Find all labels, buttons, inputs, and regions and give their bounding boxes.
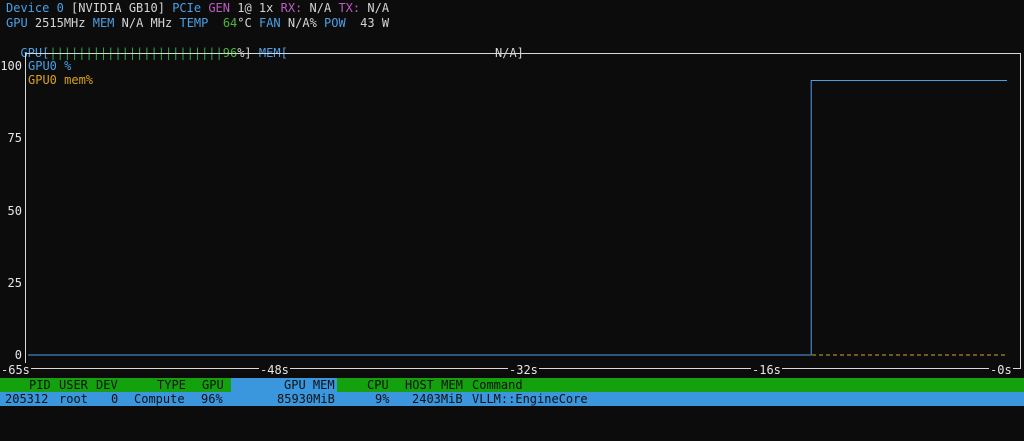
col-header-cpu[interactable]: CPU [367, 378, 389, 392]
gpu-clock-value: 2515MHz [34, 16, 86, 30]
x-tick-label: -0s [989, 363, 1013, 377]
row-dev: 0 [111, 392, 119, 406]
row-pid: 205312 [5, 392, 49, 406]
pcie-label: PCIe [172, 1, 202, 15]
tx-label: TX: [338, 1, 361, 15]
row-gpu: 96% [201, 392, 223, 406]
rx-label: RX: [280, 1, 303, 15]
y-tick-label: 75 [7, 131, 22, 145]
mem-clock-label: MEM [92, 16, 115, 30]
fan-label: FAN [258, 16, 281, 30]
y-tick-label: 25 [7, 276, 22, 290]
device-label: Device 0 [6, 1, 64, 15]
gpu-usage-chart [25, 53, 1021, 369]
x-tick-label: -65s [0, 363, 31, 377]
rx-value: N/A [309, 1, 332, 15]
utilization-bars-line: GPU[||||||||||||||||||||||||96%] MEM[N/A… [6, 31, 526, 60]
table-row[interactable]: 205312 root 0 Compute 96% 85930MiB 9% 24… [0, 392, 1024, 406]
col-header-command[interactable]: Command [472, 378, 523, 392]
clock-info-line: GPU 2515MHz MEM N/A MHz TEMP 64°C FAN N/… [6, 16, 389, 31]
mem-clock-value: N/A MHz [121, 16, 173, 30]
x-tick-label: -16s [751, 363, 782, 377]
process-table-header: PID USER DEV TYPE GPU GPU MEM CPU HOST M… [0, 378, 1024, 392]
device-name: [NVIDIA GB10] [71, 1, 165, 15]
row-host-mem: 2403MiB [412, 392, 463, 406]
gpu-clock-label: GPU [6, 16, 28, 30]
row-gpu-mem: 85930MiB [277, 392, 335, 406]
col-header-user[interactable]: USER [59, 378, 88, 392]
temp-label: TEMP [179, 16, 209, 30]
y-tick-label: 100 [0, 59, 22, 73]
col-header-pid[interactable]: PID [29, 378, 51, 392]
gen-value: 1@ 1x [237, 1, 274, 15]
col-header-gpu-mem[interactable]: GPU MEM [284, 378, 335, 392]
fan-value: N/A% [287, 16, 317, 30]
row-command: VLLM::EngineCore [472, 392, 588, 406]
tx-value: N/A [367, 1, 390, 15]
gen-label: GEN [208, 1, 231, 15]
legend-gpu-util: GPU0 % [28, 59, 72, 73]
temp-unit: °C [237, 16, 252, 30]
device-info-line: Device 0 [NVIDIA GB10] PCIe GEN 1@ 1x RX… [6, 1, 389, 16]
legend-gpu-mem: GPU0 mem% [28, 73, 94, 87]
col-header-gpu[interactable]: GPU [202, 378, 224, 392]
pow-value: 43 W [360, 16, 390, 30]
y-tick-label: 0 [14, 348, 22, 362]
row-cpu: 9% [375, 392, 390, 406]
col-header-host-mem[interactable]: HOST MEM [405, 378, 463, 392]
x-tick-label: -48s [259, 363, 290, 377]
y-tick-label: 50 [7, 204, 22, 218]
col-header-type[interactable]: TYPE [157, 378, 186, 392]
temp-value: 64 [222, 16, 238, 30]
pow-label: POW [324, 16, 346, 30]
x-tick-label: -32s [508, 363, 539, 377]
row-user: root [59, 392, 88, 406]
row-type: Compute [134, 392, 185, 406]
col-header-dev[interactable]: DEV [96, 378, 118, 392]
